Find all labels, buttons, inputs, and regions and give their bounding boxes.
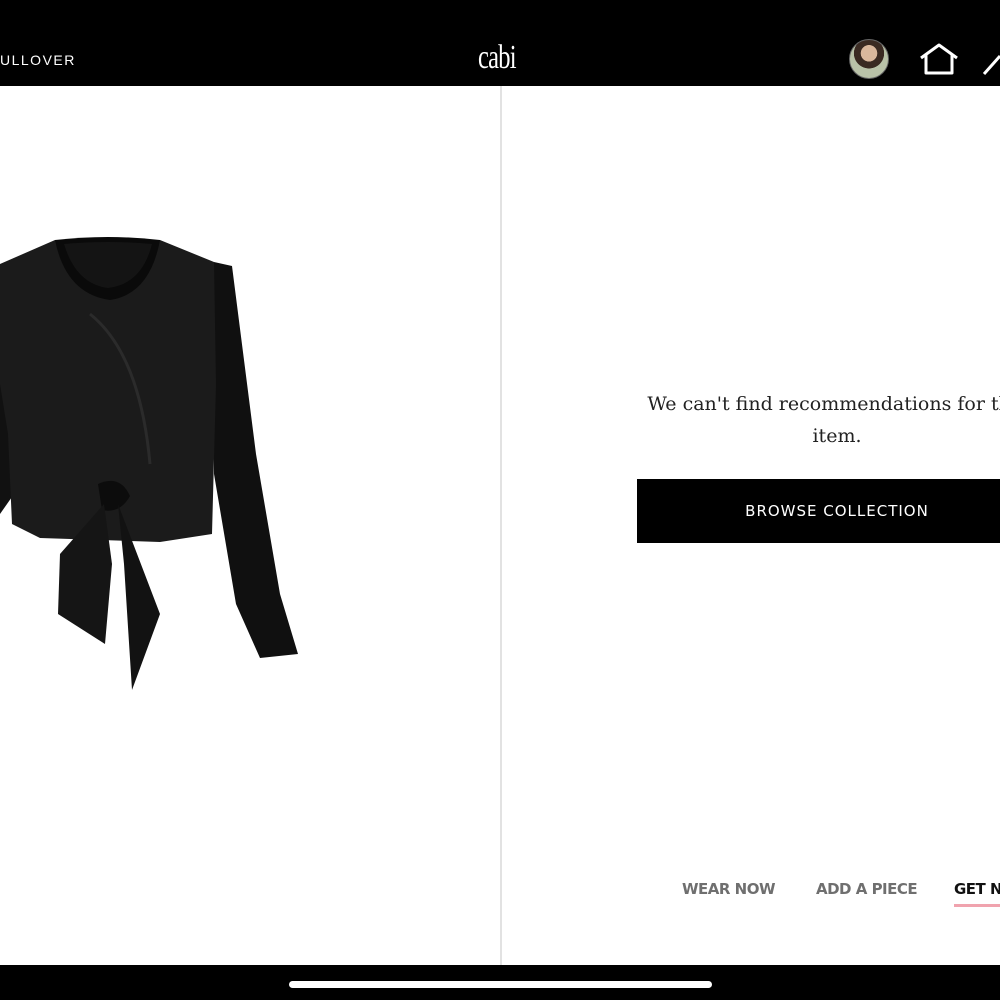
tab-wear-now[interactable]: WEAR NOW [682, 880, 776, 898]
home-indicator[interactable] [289, 981, 712, 988]
product-image[interactable] [0, 234, 310, 694]
panel-divider [500, 86, 502, 965]
no-recommendations-message: We can't find recommendations for this i… [647, 393, 1000, 447]
bottom-bar [0, 965, 1000, 1000]
main-content: We can't find recommendations for this i… [0, 86, 1000, 965]
product-title: ULLOVER [0, 52, 76, 68]
avatar[interactable] [849, 39, 889, 79]
cabi-logo[interactable]: cabi [478, 38, 517, 78]
browse-collection-button[interactable]: BROWSE COLLECTION [637, 479, 1000, 543]
bag-icon[interactable] [983, 48, 1000, 76]
tab-get-new[interactable]: GET N [954, 880, 1000, 907]
home-icon[interactable] [918, 42, 960, 76]
tab-add-a-piece[interactable]: ADD A PIECE [816, 880, 918, 898]
top-bar: ULLOVER cabi [0, 0, 1000, 86]
tab-bar: WEAR NOW ADD A PIECE GET N [0, 880, 1000, 920]
